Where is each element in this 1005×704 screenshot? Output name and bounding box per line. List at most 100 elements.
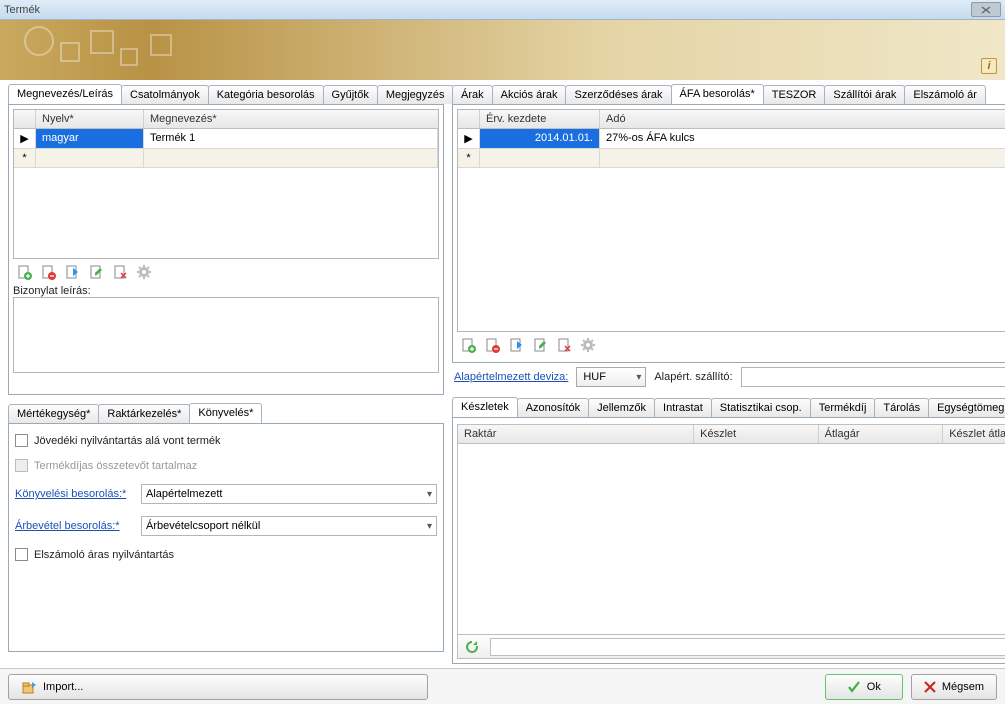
default-currency-link[interactable]: Alapértelmezett deviza: <box>454 371 568 383</box>
product-window: Termék i Megnevezés/Leírás Csatolmányok … <box>0 0 1005 704</box>
jovedeki-label: Jövedéki nyilvántartás alá vont termék <box>34 435 220 447</box>
cancel-button[interactable]: Mégsem <box>911 674 997 700</box>
table-row[interactable]: ▶ magyar Termék 1 <box>14 129 438 149</box>
bizonylat-label: Bizonylat leírás: <box>13 285 439 297</box>
cell-tax[interactable] <box>600 149 1005 167</box>
edit-icon[interactable] <box>531 336 549 354</box>
info-icon[interactable]: i <box>981 58 997 74</box>
add-icon[interactable] <box>15 263 33 281</box>
tab-csatolmanyok[interactable]: Csatolmányok <box>121 85 209 104</box>
tabs-left-bottom: Mértékegység* Raktárkezelés* Könyvelés* <box>8 403 444 424</box>
table-row[interactable]: ▶ 2014.01.01. 27%-os ÁFA kulcs <box>458 129 1005 149</box>
elszamolo-label: Elszámoló áras nyilvántartás <box>34 549 174 561</box>
arbevetel-value: Árbevételcsoport nélkül <box>146 520 260 532</box>
tab-szallitoi[interactable]: Szállítói árak <box>824 85 905 104</box>
cell-date[interactable]: 2014.01.01. <box>480 129 600 148</box>
tab-teszor[interactable]: TESZOR <box>763 85 826 104</box>
cell-tax[interactable]: 27%-os ÁFA kulcs <box>600 129 1005 148</box>
col-raktar[interactable]: Raktár <box>458 425 694 443</box>
termekdijas-checkbox <box>15 459 28 472</box>
tab-mertekegyseg[interactable]: Mértékegység* <box>8 404 99 423</box>
table-row[interactable]: * <box>458 149 1005 168</box>
col-ado[interactable]: Adó <box>600 110 1005 128</box>
col-atlagar[interactable]: Átlagár <box>819 425 944 443</box>
konyvelesi-link[interactable]: Könyvelési besorolás:* <box>15 488 135 500</box>
tab-raktarkezeles[interactable]: Raktárkezelés* <box>98 404 190 423</box>
import-icon <box>21 679 37 695</box>
elszamolo-checkbox[interactable] <box>15 548 28 561</box>
arbevetel-link[interactable]: Árbevétel besorolás:* <box>15 520 135 532</box>
tab-intrastat[interactable]: Intrastat <box>654 398 712 417</box>
afa-toolbar <box>457 332 1005 358</box>
cell-name[interactable]: Termék 1 <box>144 129 438 148</box>
cell-lang[interactable]: magyar <box>36 129 144 148</box>
tab-tarolas[interactable]: Tárolás <box>874 398 929 417</box>
tab-arak[interactable]: Árak <box>452 85 493 104</box>
export-icon[interactable] <box>507 336 525 354</box>
refresh-field[interactable] <box>490 638 1005 656</box>
cell-name[interactable] <box>144 149 438 167</box>
tab-jellemzok[interactable]: Jellemzők <box>588 398 655 417</box>
bizonylat-textarea[interactable] <box>13 297 439 373</box>
delete-icon[interactable] <box>483 336 501 354</box>
col-megnevezes[interactable]: Megnevezés* <box>144 110 438 128</box>
tab-szerzodeses[interactable]: Szerződéses árak <box>565 85 671 104</box>
row-marker: * <box>14 149 36 167</box>
window-title: Termék <box>4 4 971 16</box>
x-icon <box>924 681 936 693</box>
names-toolbar <box>13 259 439 285</box>
tab-megnevezes[interactable]: Megnevezés/Leírás <box>8 84 122 104</box>
add-icon[interactable] <box>459 336 477 354</box>
stock-grid-body[interactable] <box>457 444 1005 635</box>
tab-keszletek[interactable]: Készletek <box>452 397 518 417</box>
names-grid[interactable]: Nyelv* Megnevezés* ▶ magyar Termék 1 * <box>13 109 439 259</box>
default-supplier-label: Alapért. szállító: <box>654 371 732 383</box>
tab-akcios[interactable]: Akciós árak <box>492 85 567 104</box>
col-keszlet-atlagar[interactable]: Készlet átlagár <box>943 425 1005 443</box>
gear-icon[interactable] <box>579 336 597 354</box>
export-icon[interactable] <box>63 263 81 281</box>
tabs-left-top: Megnevezés/Leírás Csatolmányok Kategória… <box>8 84 444 105</box>
tab-termekdij[interactable]: Termékdíj <box>810 398 876 417</box>
tab-gyujtok[interactable]: Gyűjtők <box>323 85 378 104</box>
tab-azonositok[interactable]: Azonosítók <box>517 398 589 417</box>
ok-button[interactable]: Ok <box>825 674 903 700</box>
check-icon <box>847 680 861 694</box>
tab-konyveles[interactable]: Könyvelés* <box>189 403 262 423</box>
col-keszlet[interactable]: Készlet <box>694 425 819 443</box>
cancel-label: Mégsem <box>942 681 984 693</box>
row-marker: ▶ <box>14 129 36 148</box>
cell-lang[interactable] <box>36 149 144 167</box>
tab-megjegyzes[interactable]: Megjegyzés <box>377 85 454 104</box>
tab-afa[interactable]: ÁFA besorolás* <box>671 84 764 104</box>
import-label: Import... <box>43 681 83 693</box>
refresh-icon[interactable] <box>463 638 481 656</box>
table-row[interactable]: * <box>14 149 438 168</box>
delete-icon[interactable] <box>39 263 57 281</box>
col-erv-kezdete[interactable]: Érv. kezdete <box>480 110 600 128</box>
edit-icon[interactable] <box>87 263 105 281</box>
col-nyelv[interactable]: Nyelv* <box>36 110 144 128</box>
close-button[interactable] <box>971 2 1001 17</box>
remove-icon[interactable] <box>555 336 573 354</box>
gear-icon[interactable] <box>135 263 153 281</box>
banner: i <box>0 20 1005 80</box>
import-button[interactable]: Import... <box>8 674 428 700</box>
afa-grid[interactable]: Érv. kezdete Adó ▶ 2014.01.01. 27%-os ÁF… <box>457 109 1005 332</box>
tab-elszamoloar[interactable]: Elszámoló ár <box>904 85 986 104</box>
tab-statisztikai[interactable]: Statisztikai csop. <box>711 398 811 417</box>
titlebar: Termék <box>0 0 1005 20</box>
jovedeki-checkbox[interactable] <box>15 434 28 447</box>
tab-egysegtomeg[interactable]: Egységtömeg <box>928 398 1005 417</box>
arbevetel-combo[interactable]: Árbevételcsoport nélkül <box>141 516 437 536</box>
tab-kategoria[interactable]: Kategória besorolás <box>208 85 324 104</box>
konyvelesi-combo[interactable]: Alapértelmezett <box>141 484 437 504</box>
bottom-toolbar: Import... Ok Mégsem <box>0 668 1005 704</box>
stock-grid-header: Raktár Készlet Átlagár Készlet átlagár <box>457 424 1005 444</box>
currency-combo[interactable]: HUF <box>576 367 646 387</box>
remove-icon[interactable] <box>111 263 129 281</box>
row-marker: ▶ <box>458 129 480 148</box>
cell-date[interactable] <box>480 149 600 167</box>
supplier-combo[interactable] <box>741 367 1005 387</box>
termekdijas-label: Termékdíjas összetevőt tartalmaz <box>34 460 197 472</box>
